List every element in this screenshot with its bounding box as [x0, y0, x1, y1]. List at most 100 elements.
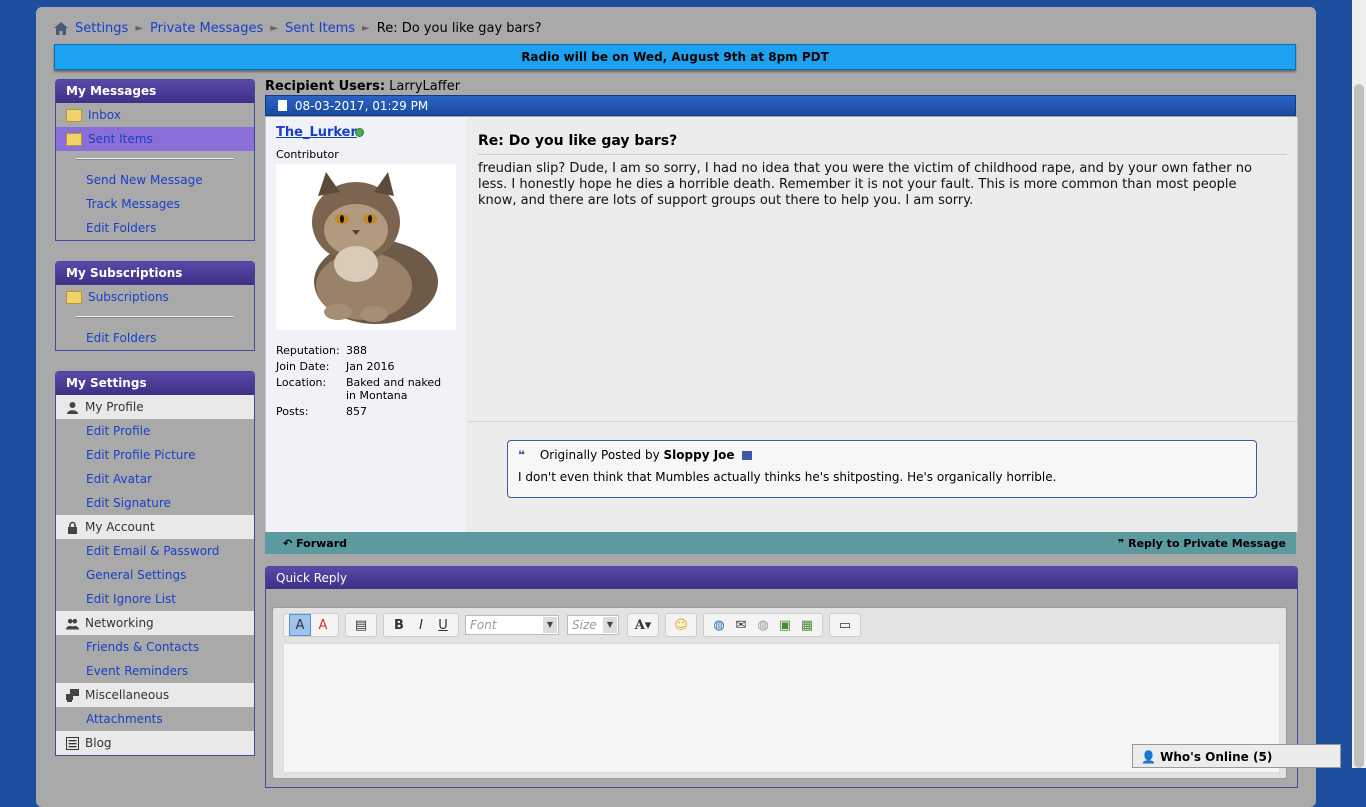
size-select[interactable]: Size ▼ — [567, 615, 619, 635]
sidebar-section-miscellaneous: Miscellaneous — [56, 683, 254, 707]
sidebar-item-edit-signature[interactable]: Edit Signature — [56, 491, 254, 515]
link-icon[interactable]: ◍ — [709, 615, 729, 635]
sidebar-item-event-reminders[interactable]: Event Reminders — [56, 659, 254, 683]
friends-contacts-link[interactable]: Friends & Contacts — [86, 640, 199, 654]
sidebar-item-attachments[interactable]: Attachments — [56, 707, 254, 731]
track-messages-link[interactable]: Track Messages — [86, 197, 180, 211]
edit-ignore-list-link[interactable]: Edit Ignore List — [86, 592, 176, 606]
sidebar-my-messages-title: My Messages — [56, 80, 254, 103]
author-username[interactable]: The_Lurker — [276, 125, 357, 140]
sidebar-item-edit-email[interactable]: Edit Email & Password — [56, 539, 254, 563]
folder-icon — [66, 108, 82, 122]
breadcrumb-sent-items[interactable]: Sent Items — [285, 21, 355, 36]
unlink-icon[interactable]: ◍ — [753, 615, 773, 635]
underline-icon[interactable]: U — [433, 615, 453, 635]
edit-folders-link[interactable]: Edit Folders — [86, 331, 156, 345]
avatar[interactable] — [276, 164, 456, 330]
document-icon — [278, 100, 287, 111]
chevron-down-icon: ▼ — [543, 617, 557, 633]
whos-online-label: Who's Online (5) — [1160, 750, 1273, 764]
reply-icon: ❞ — [1117, 537, 1125, 550]
quote-author: Sloppy Joe — [663, 448, 735, 462]
sidebar-section-my-profile: My Profile — [56, 395, 254, 419]
sidebar-item-inbox[interactable]: Inbox — [56, 103, 254, 127]
quote-block: ❝ Originally Posted by Sloppy Joe I don'… — [507, 440, 1257, 498]
edit-avatar-link[interactable]: Edit Avatar — [86, 472, 152, 486]
recipients-value[interactable]: LarryLaffer — [389, 79, 460, 94]
sidebar-my-messages: My Messages Inbox Sent Items Send New Me… — [55, 79, 255, 241]
sidebar-item-friends-contacts[interactable]: Friends & Contacts — [56, 635, 254, 659]
quote-header: ❝ Originally Posted by Sloppy Joe — [518, 448, 753, 462]
sidebar-item-edit-folders-subs[interactable]: Edit Folders — [56, 326, 254, 350]
author-stats: Reputation: 388 Join Date: Jan 2016 Locati… — [276, 344, 456, 421]
image-icon[interactable]: ▣ — [775, 615, 795, 635]
video-icon[interactable]: ▦ — [797, 615, 817, 635]
scrollbar-thumb[interactable] — [1354, 84, 1364, 768]
sidebar-section-blog[interactable]: Blog — [56, 731, 254, 755]
breadcrumb-separator-icon: ► — [135, 22, 144, 34]
font-select[interactable]: Font ▼ — [465, 615, 559, 635]
user-info-panel: The_Lurker Contributor Reputation: 388 J… — [266, 117, 466, 532]
forward-button[interactable]: ↶ Forward — [283, 532, 347, 556]
paste-icon[interactable]: ▤ — [351, 615, 371, 635]
author-title: Contributor — [276, 148, 339, 161]
edit-profile-link[interactable]: Edit Profile — [86, 424, 150, 438]
text-color-icon[interactable]: A▾ — [633, 615, 653, 635]
send-new-message-link[interactable]: Send New Message — [86, 173, 203, 187]
section-label: Miscellaneous — [85, 688, 170, 702]
wysiwyg-toggle-icon[interactable]: A — [289, 614, 311, 636]
general-settings-link[interactable]: General Settings — [86, 568, 186, 582]
toolbar-group-format: B I U — [383, 613, 459, 637]
stat-label: Reputation: — [276, 344, 340, 357]
sidebar-item-edit-avatar[interactable]: Edit Avatar — [56, 467, 254, 491]
recipients-label: Recipient Users: — [265, 79, 386, 94]
sidebar-item-edit-profile-picture[interactable]: Edit Profile Picture — [56, 443, 254, 467]
toolbar-group-quote: ▭ — [829, 613, 861, 637]
sidebar-item-track-messages[interactable]: Track Messages — [56, 192, 254, 216]
chevron-down-icon: ▼ — [603, 617, 617, 633]
users-online-icon: 👤 — [1141, 750, 1156, 764]
edit-email-link[interactable]: Edit Email & Password — [86, 544, 219, 558]
message-content-area: Re: Do you like gay bars? freudian slip?… — [467, 117, 1297, 419]
stat-reputation: Reputation: 388 — [276, 344, 456, 357]
sidebar-item-edit-ignore-list[interactable]: Edit Ignore List — [56, 587, 254, 611]
reply-button[interactable]: ❞ Reply to Private Message — [1118, 532, 1286, 556]
whos-online-button[interactable]: 👤 Who's Online (5) — [1132, 744, 1341, 768]
smilie-icon[interactable]: ☺ — [671, 615, 691, 635]
scrollbar[interactable] — [1352, 0, 1366, 768]
event-reminders-link[interactable]: Event Reminders — [86, 664, 188, 678]
section-label: Networking — [85, 616, 154, 630]
sidebar-item-send-new-message[interactable]: Send New Message — [56, 168, 254, 192]
edit-profile-picture-link[interactable]: Edit Profile Picture — [86, 448, 195, 462]
quote-icon[interactable]: ▭ — [835, 615, 855, 635]
breadcrumb-separator-icon: ► — [270, 22, 278, 34]
sidebar-item-sent-items[interactable]: Sent Items — [56, 127, 254, 151]
sidebar-item-sent-items-label[interactable]: Sent Items — [88, 132, 153, 146]
sidebar-item-subscriptions-label[interactable]: Subscriptions — [88, 290, 169, 304]
breadcrumb-private-messages[interactable]: Private Messages — [150, 21, 263, 36]
sidebar-item-inbox-label[interactable]: Inbox — [88, 108, 121, 122]
sidebar-my-subscriptions-title: My Subscriptions — [56, 262, 254, 285]
quick-reply-title: Quick Reply — [266, 567, 1297, 589]
email-icon[interactable]: ✉ — [731, 615, 751, 635]
edit-folders-link[interactable]: Edit Folders — [86, 221, 156, 235]
attachments-link[interactable]: Attachments — [86, 712, 163, 726]
section-label: My Profile — [85, 400, 144, 414]
toolbar-group-mode: A A — [283, 613, 339, 637]
reply-textarea[interactable] — [283, 643, 1280, 773]
edit-signature-link[interactable]: Edit Signature — [86, 496, 171, 510]
announcement-banner: Radio will be on Wed, August 9th at 8pm … — [54, 44, 1296, 70]
toolbar-group-smilie: ☺ — [665, 613, 697, 637]
breadcrumb-settings[interactable]: Settings — [75, 21, 128, 36]
sidebar-item-subscriptions[interactable]: Subscriptions — [56, 285, 254, 309]
sidebar-item-edit-profile[interactable]: Edit Profile — [56, 419, 254, 443]
bold-icon[interactable]: B — [389, 615, 409, 635]
sidebar-item-edit-folders[interactable]: Edit Folders — [56, 216, 254, 240]
remove-format-icon[interactable]: A — [313, 615, 333, 635]
recipient-users: Recipient Users: LarryLaffer — [265, 79, 1298, 94]
sidebar-item-general-settings[interactable]: General Settings — [56, 563, 254, 587]
view-post-icon[interactable] — [742, 451, 753, 460]
folder-icon — [66, 290, 82, 304]
home-icon[interactable] — [54, 21, 68, 35]
italic-icon[interactable]: I — [411, 615, 431, 635]
